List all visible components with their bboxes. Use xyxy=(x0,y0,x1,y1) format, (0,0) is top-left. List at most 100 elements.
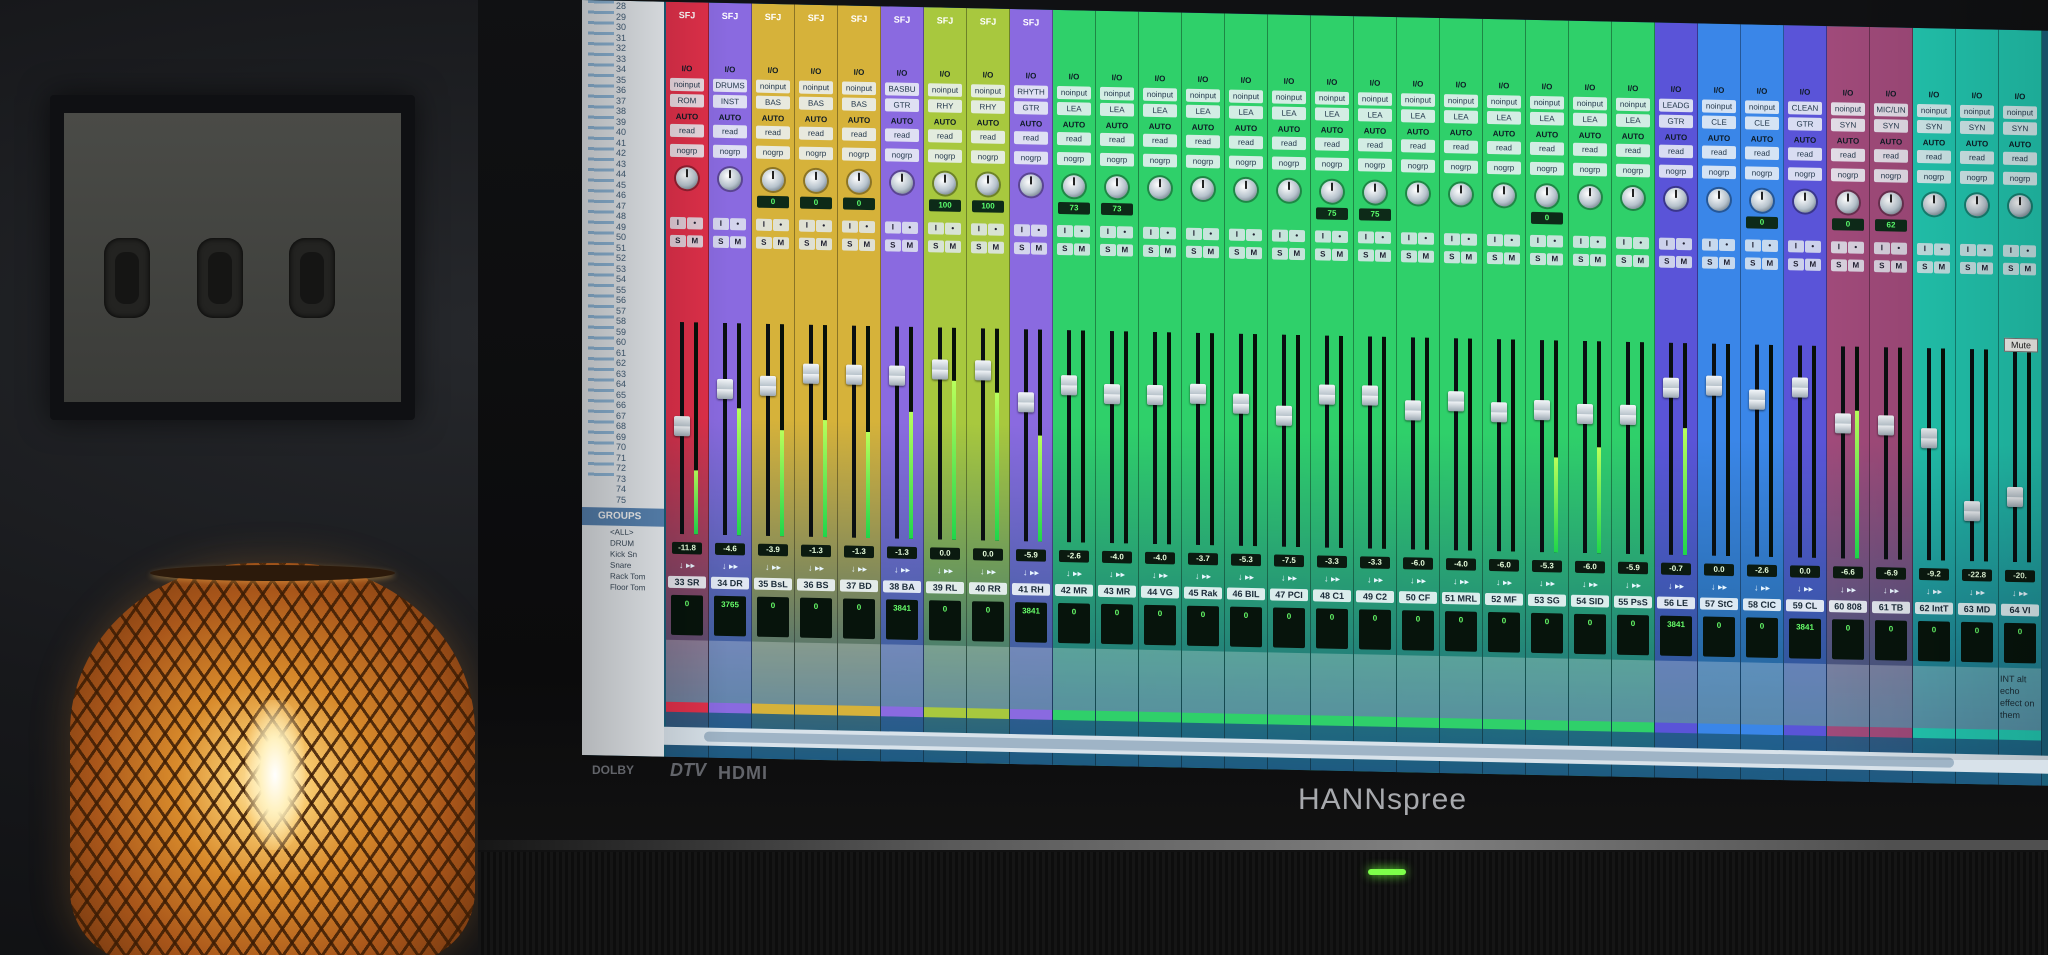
record-arm-button[interactable]: • xyxy=(901,221,918,235)
solo-button[interactable]: S xyxy=(2003,262,2019,276)
record-arm-button[interactable]: • xyxy=(1030,224,1047,237)
record-arm-button[interactable]: • xyxy=(1761,239,1778,253)
input-selector[interactable]: noinput xyxy=(1315,91,1349,106)
comments-box[interactable] xyxy=(881,644,923,716)
volume-fader[interactable] xyxy=(1490,402,1507,423)
group-selector[interactable]: nogrp xyxy=(1573,162,1607,177)
input-selector[interactable]: noinput xyxy=(1831,102,1865,116)
input-monitor-button[interactable]: I xyxy=(1401,232,1417,245)
record-arm-button[interactable]: • xyxy=(1718,238,1735,252)
input-monitor-button[interactable]: I xyxy=(1272,229,1288,242)
volume-fader[interactable] xyxy=(1361,385,1378,406)
solo-button[interactable]: S xyxy=(1659,255,1675,268)
comments-box[interactable] xyxy=(1225,651,1267,723)
input-selector[interactable]: noinput xyxy=(1100,86,1134,101)
comments-box[interactable] xyxy=(1096,648,1138,720)
track-name[interactable]: 35 BsL xyxy=(754,577,792,591)
input-monitor-button[interactable]: I xyxy=(1917,242,1933,256)
input-selector[interactable]: noinput xyxy=(1573,96,1607,111)
automation-mode-selector[interactable]: read xyxy=(1487,140,1521,155)
pan-knob[interactable] xyxy=(1278,179,1300,203)
output-selector[interactable]: CLE xyxy=(1745,116,1779,131)
record-arm-button[interactable]: • xyxy=(987,223,1004,236)
comments-box[interactable] xyxy=(1182,650,1224,722)
pan-knob[interactable] xyxy=(1536,184,1558,208)
input-selector[interactable]: noinput xyxy=(1358,92,1392,106)
solo-button[interactable]: S xyxy=(1788,258,1804,271)
record-arm-button[interactable]: • xyxy=(1804,240,1821,253)
solo-button[interactable]: S xyxy=(1014,242,1030,255)
output-selector[interactable]: LEA xyxy=(1272,106,1306,121)
output-selector[interactable]: LEA xyxy=(1315,107,1349,122)
mute-button[interactable]: M xyxy=(815,237,832,251)
automation-mode-selector[interactable]: read xyxy=(1659,144,1693,159)
input-monitor-button[interactable]: I xyxy=(1100,225,1116,239)
mute-button[interactable]: M xyxy=(1632,255,1649,268)
solo-button[interactable]: S xyxy=(1530,252,1546,266)
group-selector[interactable]: nogrp xyxy=(971,150,1005,164)
input-selector[interactable]: noinput xyxy=(1702,99,1736,114)
solo-button[interactable]: S xyxy=(756,236,772,249)
input-monitor-button[interactable]: I xyxy=(885,221,901,234)
pan-knob[interactable] xyxy=(1751,189,1773,212)
input-selector[interactable]: MIC/LIN xyxy=(1874,103,1908,117)
comments-box[interactable] xyxy=(1784,663,1826,735)
input-selector[interactable]: noinput xyxy=(928,83,962,97)
output-selector[interactable]: LEA xyxy=(1186,104,1220,119)
solo-button[interactable]: S xyxy=(1702,256,1718,269)
comments-box[interactable] xyxy=(709,640,751,712)
solo-button[interactable]: S xyxy=(1917,260,1933,274)
comments-box[interactable] xyxy=(1612,659,1654,731)
mute-button[interactable]: M xyxy=(1761,257,1778,271)
input-selector[interactable]: noinput xyxy=(1401,93,1435,107)
comments-box[interactable] xyxy=(924,645,966,717)
input-selector[interactable]: noinput xyxy=(1272,90,1306,105)
mute-button[interactable]: M xyxy=(1116,244,1133,257)
volume-fader[interactable] xyxy=(1920,428,1937,449)
group-selector[interactable]: nogrp xyxy=(1487,160,1521,175)
group-selector[interactable]: nogrp xyxy=(1444,160,1478,174)
pan-knob[interactable] xyxy=(1837,191,1859,214)
track-name[interactable]: 39 RL xyxy=(926,581,964,595)
track-name[interactable]: 53 SG xyxy=(1528,593,1566,607)
input-selector[interactable]: noinput xyxy=(1616,97,1650,112)
volume-fader[interactable] xyxy=(1404,400,1421,421)
input-selector[interactable]: noinput xyxy=(1057,85,1091,100)
volume-fader[interactable] xyxy=(1619,404,1636,426)
volume-fader[interactable] xyxy=(2006,486,2023,508)
mute-button[interactable]: M xyxy=(1718,256,1735,270)
mute-button[interactable]: M xyxy=(1245,246,1262,260)
solo-button[interactable]: S xyxy=(1487,251,1503,265)
solo-button[interactable]: S xyxy=(928,240,944,253)
track-name[interactable]: 43 MR xyxy=(1098,584,1136,598)
solo-button[interactable]: S xyxy=(1315,248,1331,261)
track-name[interactable]: 47 PCI xyxy=(1270,588,1308,602)
group-selector[interactable]: nogrp xyxy=(1014,151,1048,165)
pan-knob[interactable] xyxy=(1923,193,1945,216)
groups-header[interactable]: GROUPS xyxy=(582,507,664,527)
output-selector[interactable]: BAS xyxy=(756,95,790,110)
record-arm-button[interactable]: • xyxy=(1073,225,1090,238)
pan-knob[interactable] xyxy=(1063,175,1085,198)
volume-fader[interactable] xyxy=(1576,403,1593,425)
volume-fader[interactable] xyxy=(759,375,776,397)
automation-mode-selector[interactable]: read xyxy=(1917,149,1951,164)
comments-box[interactable] xyxy=(1354,654,1396,726)
input-selector[interactable]: BASBU xyxy=(885,82,919,97)
comments-box[interactable] xyxy=(666,639,708,711)
solo-button[interactable]: S xyxy=(971,241,987,254)
input-monitor-button[interactable]: I xyxy=(928,222,944,235)
mute-button[interactable]: M xyxy=(944,240,961,253)
pan-knob[interactable] xyxy=(1665,187,1687,211)
automation-mode-selector[interactable]: read xyxy=(1788,147,1822,161)
mute-button[interactable]: M xyxy=(987,241,1004,254)
pan-knob[interactable] xyxy=(1149,176,1171,200)
mute-button[interactable]: M xyxy=(686,235,703,248)
automation-mode-selector[interactable]: read xyxy=(1960,150,1994,165)
pan-knob[interactable] xyxy=(1192,177,1214,201)
volume-fader[interactable] xyxy=(1447,391,1464,412)
pan-knob[interactable] xyxy=(676,166,698,190)
record-arm-button[interactable]: • xyxy=(1116,226,1133,239)
comments-box[interactable] xyxy=(967,646,1009,717)
automation-mode-selector[interactable]: read xyxy=(713,124,747,139)
